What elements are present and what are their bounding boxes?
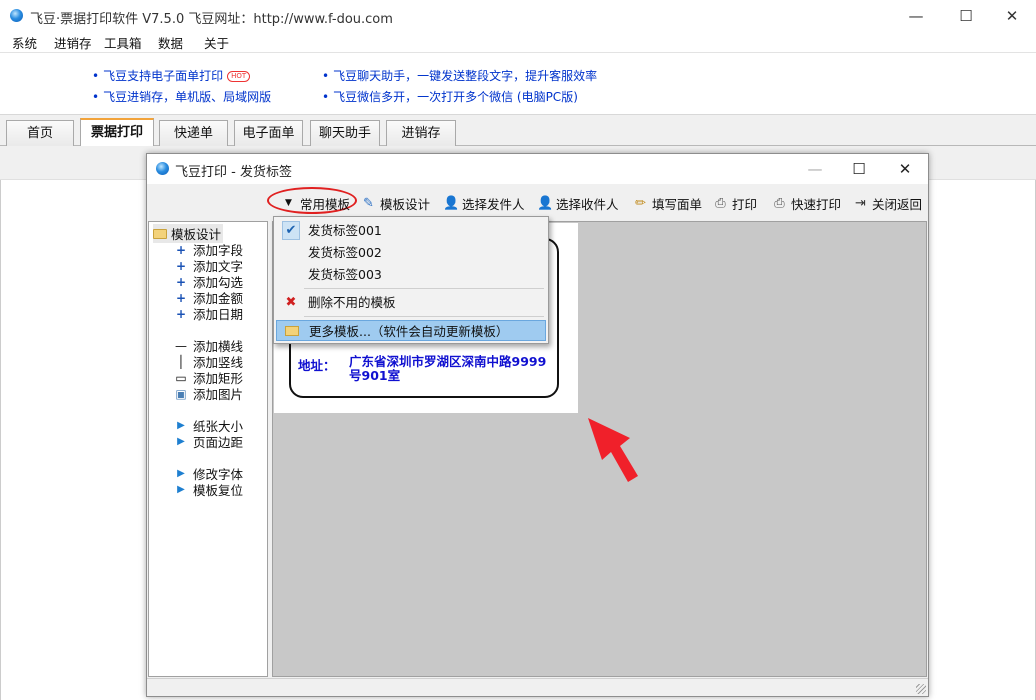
menu-about[interactable]: 关于 <box>204 33 229 52</box>
menu-bar: 系统 进销存 工具箱 数据 关于 <box>0 32 1036 52</box>
rectangle-icon: ▭ <box>175 370 187 385</box>
menu-system[interactable]: 系统 <box>12 33 37 52</box>
sender-person-icon: 👤 <box>443 195 460 211</box>
dropdown-item-template-3[interactable]: 发货标签003 <box>276 264 546 285</box>
triangle-right-icon: ▶ <box>177 484 185 495</box>
plus-icon: + <box>175 306 187 321</box>
ad-link-wechat-multi[interactable]: • 飞豆微信多开，一次打开多个微信 (电脑PC版) <box>322 88 578 105</box>
menu-data[interactable]: 数据 <box>158 33 183 52</box>
triangle-right-icon: ▶ <box>177 468 185 479</box>
address-value[interactable]: 广东省深圳市罗湖区深南中路9999号901室 <box>349 355 549 383</box>
close-return-button[interactable]: ⇥ 关闭返回 <box>853 193 922 213</box>
picture-icon: ▣ <box>175 386 187 401</box>
template-design-button[interactable]: ✎ 模板设计 <box>361 193 430 213</box>
dialog-title: 飞豆打印 - 发货标签 <box>175 165 292 180</box>
tab-e-waybill[interactable]: 电子面单 <box>234 120 303 147</box>
plus-icon: + <box>175 242 187 257</box>
tab-express[interactable]: 快递单 <box>159 120 228 147</box>
tree-item-add-date[interactable]: + 添加日期 <box>173 304 243 323</box>
select-sender-button[interactable]: 👤 选择发件人 <box>443 193 525 213</box>
dropdown-item-template-2[interactable]: 发货标签002 <box>276 242 546 263</box>
delete-x-icon: ✖ <box>285 295 297 310</box>
tree-item-reset-template[interactable]: ▶ 模板复位 <box>173 480 243 499</box>
dialog-status-bar <box>147 678 928 696</box>
tree-item-add-image[interactable]: ▣ 添加图片 <box>173 384 243 403</box>
dialog-maximize-button[interactable]: ☐ <box>841 157 877 181</box>
vertical-line-icon: │ <box>177 354 185 369</box>
main-tab-bar: 首页 票据打印 快递单 电子面单 聊天助手 进销存 <box>0 114 1036 147</box>
templates-dropdown-button[interactable]: ▼ 常用模板 <box>281 193 350 213</box>
quick-printer-icon: ⎙ <box>774 195 785 211</box>
plus-icon: + <box>175 258 187 273</box>
plus-icon: + <box>175 274 187 289</box>
resize-grip[interactable] <box>916 684 926 694</box>
minimize-button[interactable]: — <box>896 4 936 28</box>
templates-dropdown-menu: ✔ 发货标签001 发货标签002 发货标签003 ✖ 删除不用的模板 更多模板… <box>273 216 549 344</box>
dropdown-item-delete-unused[interactable]: ✖ 删除不用的模板 <box>276 292 546 313</box>
main-title-bar: 飞豆·票据打印软件 V7.5.0 飞豆网址：http://www.f-dou.c… <box>0 0 1036 32</box>
select-receiver-button[interactable]: 👤 选择收件人 <box>537 193 619 213</box>
tab-inventory[interactable]: 进销存 <box>386 120 456 147</box>
dialog-minimize-button[interactable]: — <box>797 157 833 181</box>
dialog-toolbar: ▼ 常用模板 ✎ 模板设计 👤 选择发件人 👤 选择收件人 ✏ 填写面单 ⎙ 打… <box>147 184 928 220</box>
tab-receipt-print[interactable]: 票据打印 <box>80 118 154 147</box>
dialog-close-button[interactable]: ✕ <box>887 157 923 181</box>
ad-link-inventory[interactable]: • 飞豆进销存，单机版、局域网版 <box>92 88 271 105</box>
app-logo-icon <box>10 9 23 22</box>
triangle-right-icon: ▶ <box>177 436 185 447</box>
dropdown-item-template-1[interactable]: ✔ 发货标签001 <box>276 220 546 241</box>
dropdown-separator <box>304 316 544 317</box>
dropdown-triangle-icon: ▼ <box>285 197 292 208</box>
pencil-icon: ✏ <box>635 195 646 211</box>
main-window-title: 飞豆·票据打印软件 V7.5.0 飞豆网址：http://www.f-dou.c… <box>30 12 393 27</box>
tree-item-page-margin[interactable]: ▶ 页面边距 <box>173 432 243 451</box>
ad-link-e-waybill[interactable]: • 飞豆支持电子面单打印 HOT <box>92 67 251 84</box>
horizontal-line-icon: — <box>175 338 187 353</box>
folder-open-icon <box>283 321 301 343</box>
ad-link-chat-assistant[interactable]: • 飞豆聊天助手，一键发送整段文字，提升客服效率 <box>322 67 597 84</box>
quick-print-button[interactable]: ⎙ 快速打印 <box>772 193 841 213</box>
dropdown-separator <box>304 288 544 289</box>
close-button[interactable]: ✕ <box>992 4 1032 28</box>
ad-links-area: • 飞豆支持电子面单打印 HOT • 飞豆进销存，单机版、局域网版 • 飞豆聊天助手，一… <box>0 52 1036 114</box>
address-label[interactable]: 地址： <box>298 355 336 374</box>
menu-inventory[interactable]: 进销存 <box>54 33 92 52</box>
exit-door-icon: ⇥ <box>855 195 866 211</box>
dialog-logo-icon <box>156 162 169 175</box>
print-button[interactable]: ⎙ 打印 <box>713 193 757 213</box>
red-arrow-annotation <box>588 418 638 482</box>
tab-home[interactable]: 首页 <box>6 120 74 147</box>
arrow-shape <box>588 418 638 482</box>
menu-toolbox[interactable]: 工具箱 <box>104 33 142 52</box>
maximize-button[interactable]: ☐ <box>946 4 986 28</box>
dialog-title-bar: 飞豆打印 - 发货标签 — ☐ ✕ <box>147 154 928 184</box>
tab-chat-assistant[interactable]: 聊天助手 <box>310 120 380 147</box>
receiver-person-icon: 👤 <box>537 195 554 211</box>
design-pen-icon: ✎ <box>363 195 374 211</box>
printer-icon: ⎙ <box>715 195 726 211</box>
triangle-right-icon: ▶ <box>177 420 185 431</box>
folder-icon <box>153 228 167 239</box>
plus-icon: + <box>175 290 187 305</box>
dropdown-item-more-templates[interactable]: 更多模板...（软件会自动更新模板） <box>276 320 546 341</box>
template-design-tree: 模板设计 + 添加字段 + 添加文字 + 添加勾选 + 添加金额 + 添加日期 — 添加横线… <box>148 221 268 677</box>
hot-badge: HOT <box>227 71 251 82</box>
fill-waybill-button[interactable]: ✏ 填写面单 <box>633 193 702 213</box>
checkmark-icon: ✔ <box>282 221 300 240</box>
